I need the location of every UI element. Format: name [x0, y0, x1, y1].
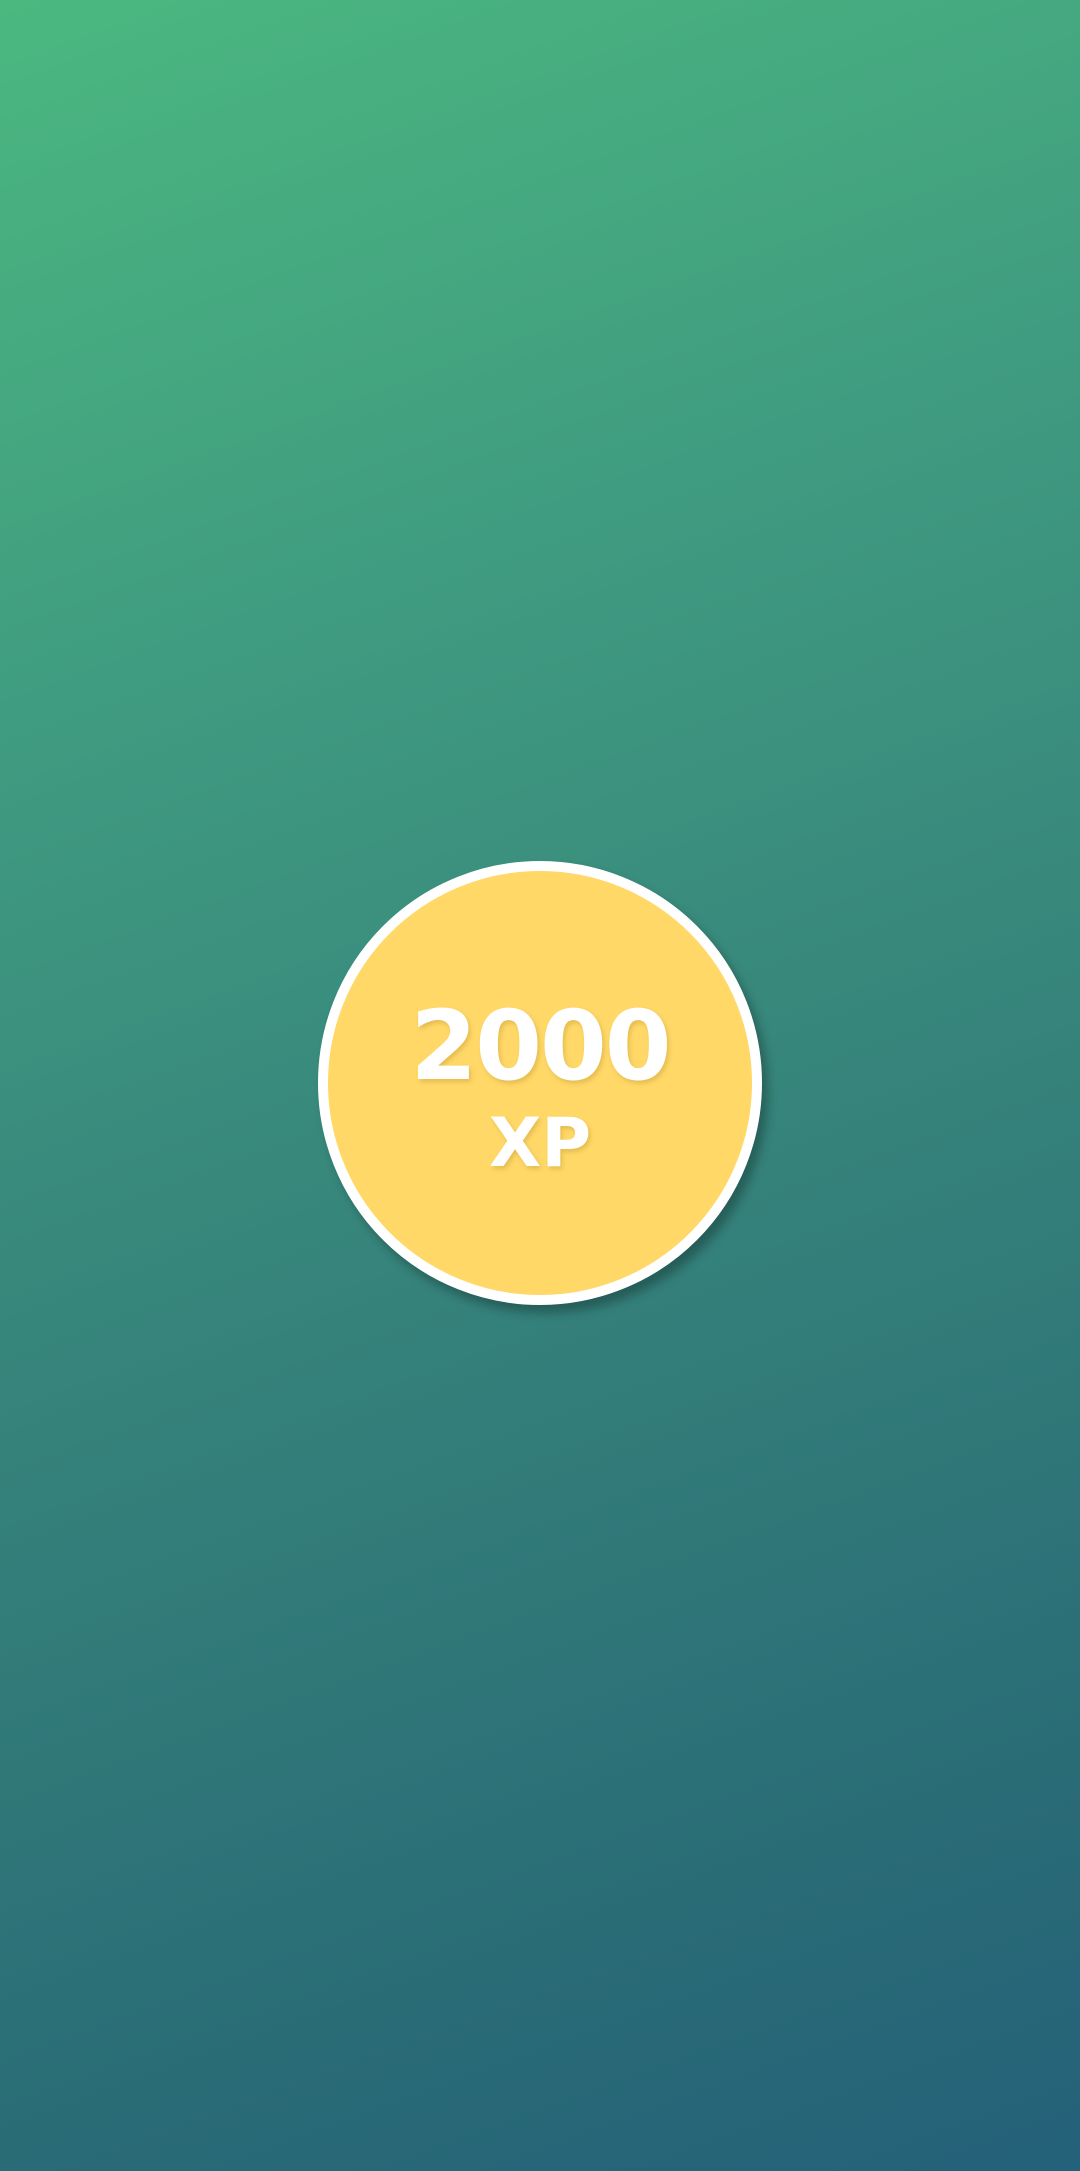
- xp-amount: 2000: [410, 990, 671, 1102]
- xp-unit-label: XP: [488, 1104, 592, 1183]
- xp-reward-badge: 2000 XP: [318, 861, 762, 1305]
- xp-reward-screen: 2000 XP: [0, 0, 1080, 2171]
